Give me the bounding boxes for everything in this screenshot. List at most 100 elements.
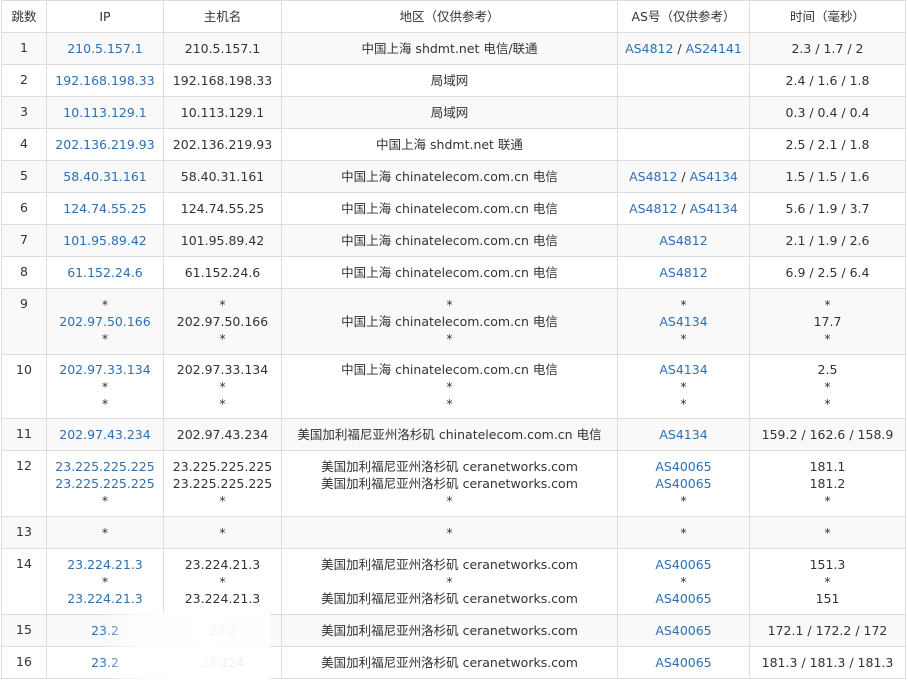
latency-cell: 151.3 * 151 [749,548,906,615]
table-row: 10 202.97.33.134 * * 202.97.33.134 * * 中国上海 chi… [1,354,906,419]
latency-text: 2.3 / 1.7 / 2 [791,41,864,56]
hostname-text: 202.136.219.93 [172,137,273,152]
as-number-cell: * AS4134 * [617,288,750,355]
table-row: 3 10.113.129.1 10.113.129.1 局域网 0.3 / 0.4 / … [1,96,906,129]
table-row: 16 23.2 23.224 美国加利福尼亚州洛杉矶 ceranetworks.com… [1,646,906,679]
ip-address-cell: 23.225.225.225 23.225.225.225 * [46,450,164,517]
region-text: 美国加利福尼亚州洛杉矶 ceranetworks.com [321,476,578,491]
region-text: * [446,525,453,540]
ip-address-link[interactable]: 10.113.129.1 [49,104,161,121]
latency-text: 181.3 / 181.3 / 181.3 [761,655,894,670]
as-number-link[interactable]: AS40065 [655,476,711,491]
region-text: * [446,396,453,411]
latency-cell: 172.1 / 172.2 / 172 [749,614,906,647]
as-number-cell: AS4812 [617,224,750,257]
as-number-line: AS4812 / AS4134 [620,168,747,185]
latency-cell: 159.2 / 162.6 / 158.9 [749,418,906,451]
region-cell: 中国上海 chinatelecom.com.cn 电信 [281,256,618,289]
as-number-link[interactable]: AS4134 [659,362,707,377]
hostname-text: 210.5.157.1 [184,41,261,56]
as-number-link[interactable]: AS4812 [629,169,677,184]
region-text: * [446,493,453,508]
region-cell: 美国加利福尼亚州洛杉矶 chinatelecom.com.cn 电信 [281,418,618,451]
header-hop: 跳数 [1,0,47,33]
hop-cell: 6 [1,192,47,225]
as-number-link[interactable]: AS40065 [655,591,711,606]
as-number-cell: AS4812 [617,256,750,289]
as-number-cell: AS4134 * * [617,354,750,419]
region-text: 中国上海 shdmt.net 联通 [376,137,523,152]
ip-address-cell: 23.224.21.3 * 23.224.21.3 [46,548,164,615]
ip-address-link[interactable]: 23.2 [49,622,161,639]
hostname-text: * [219,525,226,540]
hostname-text: * [219,493,226,508]
ip-address-cell: 61.152.24.6 [46,256,164,289]
ip-address-link[interactable]: 192.168.198.33 [49,72,161,89]
ip-address-link[interactable]: 23.224.21.3 [49,556,161,573]
latency-text: 151 [815,591,840,606]
ip-address-link[interactable]: 58.40.31.161 [49,168,161,185]
as-number-link[interactable]: AS4134 [690,201,738,216]
as-number-link[interactable]: AS4134 [659,314,707,329]
ip-address-link[interactable]: 210.5.157.1 [49,40,161,57]
ip-address-link[interactable]: 23.225.225.225 [49,458,161,475]
as-number-link[interactable]: AS4812 [659,265,707,280]
ip-address-cell: 124.74.55.25 [46,192,164,225]
hostname-cell: 10.113.129.1 [163,96,282,129]
table-row: 15 23.2 23.2 美国加利福尼亚州洛杉矶 ceranetworks.com AS… [1,614,906,647]
latency-text: 1.5 / 1.5 / 1.6 [785,169,870,184]
latency-cell: 2.5 / 2.1 / 1.8 [749,128,906,161]
hop-cell: 8 [1,256,47,289]
as-number-link[interactable]: AS4812 [659,233,707,248]
as-number-link[interactable]: AS4134 [659,427,707,442]
ip-address-cell: 202.97.33.134 * * [46,354,164,419]
as-number-link[interactable]: AS40065 [655,623,711,638]
ip-address-text: * [101,297,109,312]
hostname-cell: 210.5.157.1 [163,32,282,65]
hop-cell: 15 [1,614,47,647]
as-number-link[interactable]: AS40065 [655,655,711,670]
ip-address-link[interactable]: 23.2 [49,654,161,671]
ip-address-link[interactable]: 202.136.219.93 [49,136,161,153]
latency-text: 6.9 / 2.5 / 6.4 [785,265,870,280]
ip-address-link[interactable]: 23.224.21.3 [49,590,161,607]
latency-text: 5.6 / 1.9 / 3.7 [785,201,870,216]
region-text: 中国上海 chinatelecom.com.cn 电信 [341,201,558,216]
latency-text: 181.2 [809,476,846,491]
as-number-text: * [680,525,687,540]
as-number-link[interactable]: AS24141 [686,41,742,56]
traceroute-table: 跳数 IP 主机名 地区（仅供参考） AS号（仅供参考） 时间（毫秒） 1 210… [1,0,906,679]
as-number-link[interactable]: AS40065 [655,459,711,474]
latency-text: * [824,396,831,411]
as-number-link[interactable]: AS40065 [655,557,711,572]
hostname-text: * [219,331,226,346]
as-number-link[interactable]: AS4812 [625,41,673,56]
as-separator: / [677,201,690,216]
ip-address-cell: 58.40.31.161 [46,160,164,193]
as-number-link[interactable]: AS4812 [629,201,677,216]
region-text: 美国加利福尼亚州洛杉矶 ceranetworks.com [321,557,578,572]
ip-address-text: * [101,396,109,411]
hop-cell: 1 [1,32,47,65]
hostname-text: 10.113.129.1 [180,105,265,120]
header-as-number: AS号（仅供参考） [617,0,750,33]
ip-address-link[interactable]: 202.97.33.134 [49,361,161,378]
ip-address-link[interactable]: 101.95.89.42 [49,232,161,249]
ip-address-link[interactable]: 202.97.43.234 [49,426,161,443]
ip-address-link[interactable]: 23.225.225.225 [49,475,161,492]
latency-cell: 1.5 / 1.5 / 1.6 [749,160,906,193]
ip-address-text: * [101,574,109,589]
region-cell: 局域网 [281,64,618,97]
as-number-cell: * [617,516,750,549]
region-cell: 中国上海 chinatelecom.com.cn 电信 [281,160,618,193]
hostname-cell: 61.152.24.6 [163,256,282,289]
ip-address-link[interactable]: 202.97.50.166 [49,313,161,330]
table-row: 1 210.5.157.1 210.5.157.1 中国上海 shdmt.net 电信… [1,32,906,65]
ip-address-link[interactable]: 61.152.24.6 [49,264,161,281]
ip-address-link[interactable]: 124.74.55.25 [49,200,161,217]
table-row: 4 202.136.219.93 202.136.219.93 中国上海 shdmt.… [1,128,906,161]
region-text: 美国加利福尼亚州洛杉矶 ceranetworks.com [321,623,578,638]
as-number-link[interactable]: AS4134 [690,169,738,184]
hop-cell: 14 [1,548,47,615]
region-cell: 美国加利福尼亚州洛杉矶 ceranetworks.com * 美国加利福尼亚州洛杉矶… [281,548,618,615]
